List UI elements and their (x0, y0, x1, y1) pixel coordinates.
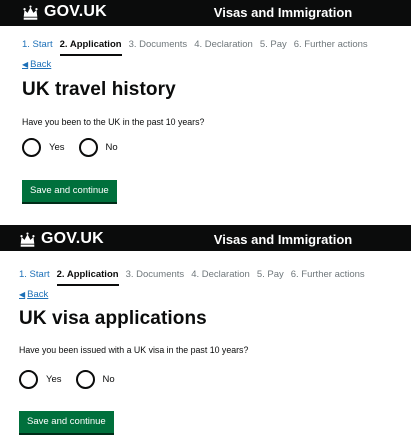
radio-no[interactable]: No (78, 138, 118, 157)
back-arrow-icon: ◀ (22, 60, 29, 69)
govuk-logo[interactable]: GOV.UK (19, 229, 104, 249)
crown-icon (20, 231, 35, 247)
question-label: Have you been to the UK in the past 10 y… (22, 117, 205, 127)
radio-label-yes: Yes (46, 374, 62, 385)
govuk-logo[interactable]: GOV.UK (22, 2, 107, 22)
screen-visa-applications: GOV.UK Visas and Immigration 1. Start 2.… (0, 225, 411, 440)
step-further-actions: 6. Further actions (293, 39, 368, 50)
radio-yes[interactable]: Yes (22, 138, 65, 157)
step-further-actions: 6. Further actions (290, 269, 365, 280)
radio-group: Yes No (19, 370, 115, 389)
back-link[interactable]: ◀ Back (22, 58, 51, 71)
radio-label-yes: Yes (49, 142, 65, 153)
radio-yes[interactable]: Yes (19, 370, 62, 389)
radio-circle-no[interactable] (75, 370, 95, 389)
screen-travel-history: GOV.UK Visas and Immigration 1. Start 2.… (0, 0, 411, 215)
step-application: 2. Application (59, 38, 122, 56)
page-title: UK visa applications (19, 308, 207, 329)
step-pay: 5. Pay (259, 39, 287, 50)
back-link-label: Back (30, 59, 52, 70)
service-name[interactable]: Visas and Immigration (165, 4, 401, 22)
step-documents: 3. Documents (125, 269, 185, 280)
radio-circle-yes[interactable] (19, 370, 38, 389)
save-and-continue-button[interactable]: Save and continue (19, 411, 114, 433)
save-and-continue-button[interactable]: Save and continue (22, 180, 117, 202)
back-link-label: Back (27, 289, 49, 300)
question-label: Have you been issued with a UK visa in t… (19, 345, 249, 355)
govuk-header: GOV.UK Visas and Immigration (0, 0, 411, 26)
logo-text: GOV.UK (44, 3, 107, 20)
govuk-header: GOV.UK Visas and Immigration (0, 225, 411, 251)
crown-icon (23, 4, 38, 20)
back-link[interactable]: ◀ Back (19, 288, 48, 301)
step-application: 2. Application (56, 268, 119, 286)
step-declaration: 4. Declaration (194, 39, 253, 50)
radio-label-no: No (102, 374, 115, 385)
radio-circle-yes[interactable] (22, 138, 41, 157)
progress-steps: 1. Start 2. Application 3. Documents 4. … (19, 268, 365, 286)
radio-group: Yes No (22, 138, 118, 157)
radio-circle-no[interactable] (78, 138, 98, 157)
step-start[interactable]: 1. Start (22, 38, 53, 56)
logo-text: GOV.UK (41, 230, 104, 247)
step-start[interactable]: 1. Start (19, 268, 50, 286)
step-declaration: 4. Declaration (191, 269, 250, 280)
radio-no[interactable]: No (75, 370, 115, 389)
step-documents: 3. Documents (128, 39, 188, 50)
progress-steps: 1. Start 2. Application 3. Documents 4. … (22, 38, 368, 56)
back-arrow-icon: ◀ (19, 290, 26, 299)
page-title: UK travel history (22, 79, 176, 100)
radio-label-no: No (105, 142, 118, 153)
service-name[interactable]: Visas and Immigration (165, 231, 401, 249)
step-pay: 5. Pay (256, 269, 284, 280)
